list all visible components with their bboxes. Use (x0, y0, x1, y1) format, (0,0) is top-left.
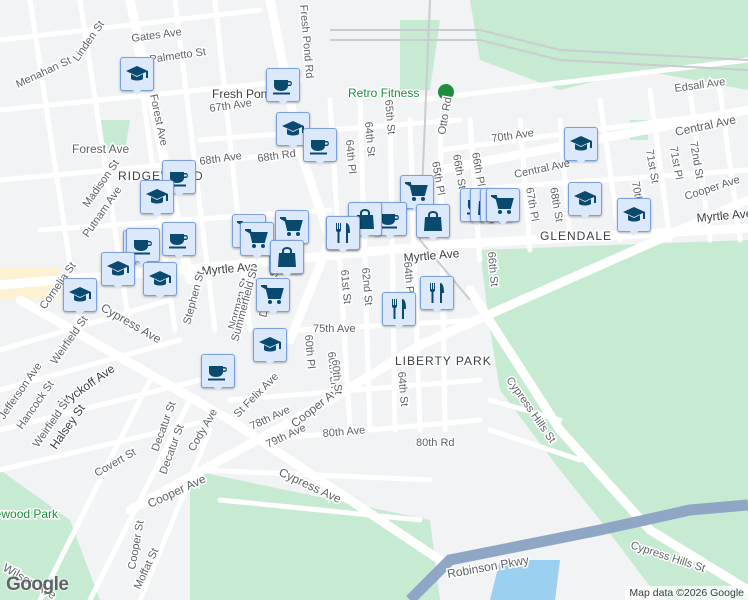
svg-text:GLENDALE: GLENDALE (540, 229, 612, 243)
cart-icon (405, 182, 428, 201)
svg-text:Palmetto St: Palmetto St (149, 46, 207, 66)
svg-text:64th St: 64th St (362, 121, 377, 157)
map-canvas[interactable]: Menahan St Linden St Gates Ave Palmetto … (0, 0, 748, 600)
bag-marker[interactable] (416, 204, 450, 244)
cart-icon (245, 229, 268, 248)
fork-knife-marker[interactable] (382, 292, 416, 332)
school-icon (146, 189, 168, 204)
coffee-icon (208, 366, 227, 381)
svg-text:Retro Fitness: Retro Fitness (348, 86, 419, 100)
cart-marker[interactable] (256, 278, 290, 318)
google-logo: Google (6, 574, 69, 595)
school-marker[interactable] (253, 328, 287, 368)
svg-text:62nd St: 62nd St (359, 267, 374, 306)
bag-icon (424, 211, 442, 231)
school-marker[interactable] (564, 127, 598, 167)
bag-icon (278, 247, 296, 267)
school-icon (126, 66, 148, 81)
fork-knife-marker[interactable] (420, 276, 454, 316)
school-icon (282, 121, 304, 136)
svg-text:Forest Ave: Forest Ave (72, 142, 129, 156)
school-icon (259, 337, 281, 352)
school-marker[interactable] (63, 278, 97, 318)
svg-text:75th Ave: 75th Ave (313, 323, 356, 335)
school-marker[interactable] (143, 262, 177, 302)
coffee-icon (273, 80, 292, 95)
svg-text:Ridgewood Park: Ridgewood Park (0, 507, 59, 521)
fork-knife-marker[interactable] (326, 216, 360, 256)
coffee-marker[interactable] (303, 128, 337, 168)
fork-knife-icon (430, 283, 444, 303)
svg-text:64th St: 64th St (395, 371, 410, 407)
fork-knife-icon (336, 223, 350, 243)
school-icon (107, 261, 129, 276)
map-attribution[interactable]: Map data ©2026 Google (625, 586, 748, 600)
school-marker[interactable] (140, 180, 174, 220)
school-marker[interactable] (568, 182, 602, 222)
school-marker[interactable] (101, 252, 135, 292)
cart-marker[interactable] (486, 188, 520, 228)
svg-text:Otto Rd: Otto Rd (436, 96, 454, 135)
svg-text:65th St: 65th St (382, 99, 397, 135)
cart-icon (261, 285, 284, 304)
school-icon (69, 287, 91, 302)
svg-text:68th St: 68th St (547, 186, 565, 222)
coffee-marker[interactable] (266, 68, 300, 108)
school-marker[interactable] (120, 57, 154, 97)
cart-icon (280, 217, 303, 236)
school-icon (574, 191, 596, 206)
svg-text:LIBERTY PARK: LIBERTY PARK (395, 354, 492, 368)
coffee-marker[interactable] (162, 222, 196, 262)
svg-text:64th Pl: 64th Pl (343, 139, 358, 174)
svg-text:Cypress Ave: Cypress Ave (99, 300, 164, 346)
svg-text:80th Ave: 80th Ave (322, 424, 366, 440)
svg-text:80th Rd: 80th Rd (416, 437, 455, 449)
school-marker[interactable] (617, 198, 651, 238)
cart-icon (491, 195, 514, 214)
school-icon (570, 136, 592, 151)
coffee-icon (310, 140, 329, 155)
school-icon (149, 271, 171, 286)
school-icon (623, 207, 645, 222)
coffee-marker[interactable] (201, 354, 235, 394)
svg-text:60th Pl: 60th Pl (302, 334, 317, 369)
coffee-icon (169, 234, 188, 249)
svg-text:68th Ave: 68th Ave (199, 150, 243, 168)
cart-marker[interactable] (240, 222, 274, 262)
bag-marker[interactable] (270, 240, 304, 280)
fork-knife-icon (392, 299, 406, 319)
